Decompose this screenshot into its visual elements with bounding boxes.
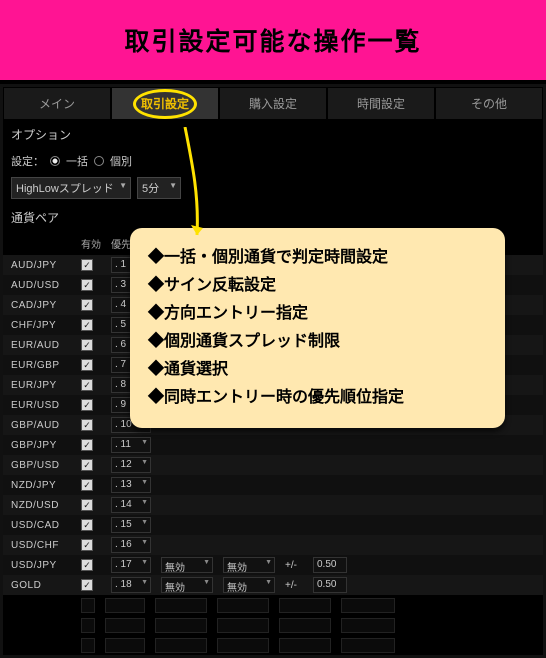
spread-plusminus: +/-	[285, 560, 303, 571]
pair-row: GBP/USD . 12	[3, 455, 543, 475]
pair-label: GOLD	[11, 580, 71, 591]
tab-main[interactable]: メイン	[3, 87, 111, 120]
direction-select[interactable]: 無効	[223, 577, 275, 593]
enable-checkbox[interactable]	[81, 539, 93, 551]
enable-checkbox[interactable]	[81, 559, 93, 571]
bubble-line: ◆方向エントリー指定	[148, 300, 487, 328]
bubble-line: ◆一括・個別通貨で判定時間設定	[148, 244, 487, 272]
bubble-line: ◆サイン反転設定	[148, 272, 487, 300]
enable-checkbox[interactable]	[81, 359, 93, 371]
pair-label: GBP/USD	[11, 460, 71, 471]
tab-purchase-settings[interactable]: 購入設定	[219, 87, 327, 120]
bubble-line: ◆同時エントリー時の優先順位指定	[148, 384, 487, 412]
option-mode-row: 設定： 一括 個別	[3, 149, 543, 173]
product-select[interactable]: HighLowスプレッド	[11, 177, 131, 199]
pair-label: EUR/GBP	[11, 360, 71, 371]
pair-label: NZD/JPY	[11, 480, 71, 491]
pair-label: USD/CHF	[11, 540, 71, 551]
enable-checkbox[interactable]	[81, 419, 93, 431]
priority-select[interactable]: . 17	[111, 557, 151, 573]
pair-label: CHF/JPY	[11, 320, 71, 331]
radio-batch[interactable]	[50, 156, 60, 166]
priority-select[interactable]: . 12	[111, 457, 151, 473]
pair-row: GOLD . 18 無効無効 +/- 0.50	[3, 575, 543, 595]
enable-checkbox[interactable]	[81, 259, 93, 271]
pair-row: GBP/JPY . 11	[3, 435, 543, 455]
feature-tooltip: ◆一括・個別通貨で判定時間設定 ◆サイン反転設定 ◆方向エントリー指定 ◆個別通…	[130, 228, 505, 428]
radio-individual[interactable]	[94, 156, 104, 166]
enable-checkbox[interactable]	[81, 479, 93, 491]
pair-row: NZD/JPY . 13	[3, 475, 543, 495]
option-section-title: オプション	[3, 120, 543, 149]
tab-trade-settings[interactable]: 取引設定	[111, 87, 219, 120]
pair-label: EUR/AUD	[11, 340, 71, 351]
priority-select[interactable]: . 11	[111, 437, 151, 453]
enable-checkbox[interactable]	[81, 279, 93, 291]
direction-select[interactable]: 無効	[223, 557, 275, 573]
col-enable: 有効	[81, 236, 101, 251]
pair-label: NZD/USD	[11, 500, 71, 511]
enable-checkbox[interactable]	[81, 379, 93, 391]
pair-label: EUR/USD	[11, 400, 71, 411]
page-banner: 取引設定可能な操作一覧	[0, 0, 546, 80]
enable-checkbox[interactable]	[81, 579, 93, 591]
spread-value[interactable]: 0.50	[313, 557, 347, 573]
tab-time-settings[interactable]: 時間設定	[327, 87, 435, 120]
enable-checkbox[interactable]	[81, 459, 93, 471]
spread-plusminus: +/-	[285, 580, 303, 591]
priority-select[interactable]: . 15	[111, 517, 151, 533]
pair-label: AUD/JPY	[11, 260, 71, 271]
option-select-row: HighLowスプレッド 5分	[3, 173, 543, 203]
empty-row	[3, 635, 543, 655]
enable-checkbox[interactable]	[81, 499, 93, 511]
pair-label: GBP/AUD	[11, 420, 71, 431]
banner-title: 取引設定可能な操作一覧	[124, 28, 421, 56]
reverse-select[interactable]: 無効	[161, 557, 213, 573]
settings-label: 設定：	[11, 153, 44, 169]
pair-row: USD/CHF . 16	[3, 535, 543, 555]
pair-label: USD/CAD	[11, 520, 71, 531]
pair-row: NZD/USD . 14	[3, 495, 543, 515]
reverse-select[interactable]: 無効	[161, 577, 213, 593]
priority-select[interactable]: . 14	[111, 497, 151, 513]
bubble-line: ◆通貨選択	[148, 356, 487, 384]
spread-value[interactable]: 0.50	[313, 577, 347, 593]
time-select[interactable]: 5分	[137, 177, 181, 199]
pair-label: EUR/JPY	[11, 380, 71, 391]
enable-checkbox[interactable]	[81, 299, 93, 311]
tab-bar: メイン 取引設定 購入設定 時間設定 その他	[3, 87, 543, 120]
enable-checkbox[interactable]	[81, 319, 93, 331]
priority-select[interactable]: . 18	[111, 577, 151, 593]
empty-row	[3, 615, 543, 635]
pair-label: AUD/USD	[11, 280, 71, 291]
bubble-line: ◆個別通貨スプレッド制限	[148, 328, 487, 356]
tab-other[interactable]: その他	[435, 87, 543, 120]
radio-individual-label: 個別	[110, 153, 132, 169]
pair-label: USD/JPY	[11, 560, 71, 571]
enable-checkbox[interactable]	[81, 399, 93, 411]
enable-checkbox[interactable]	[81, 439, 93, 451]
priority-select[interactable]: . 16	[111, 537, 151, 553]
pair-label: CAD/JPY	[11, 300, 71, 311]
enable-checkbox[interactable]	[81, 519, 93, 531]
radio-batch-label: 一括	[66, 153, 88, 169]
pair-row: USD/JPY . 17 無効無効 +/- 0.50	[3, 555, 543, 575]
priority-select[interactable]: . 13	[111, 477, 151, 493]
pair-row: USD/CAD . 15	[3, 515, 543, 535]
enable-checkbox[interactable]	[81, 339, 93, 351]
pair-label: GBP/JPY	[11, 440, 71, 451]
empty-row	[3, 595, 543, 615]
